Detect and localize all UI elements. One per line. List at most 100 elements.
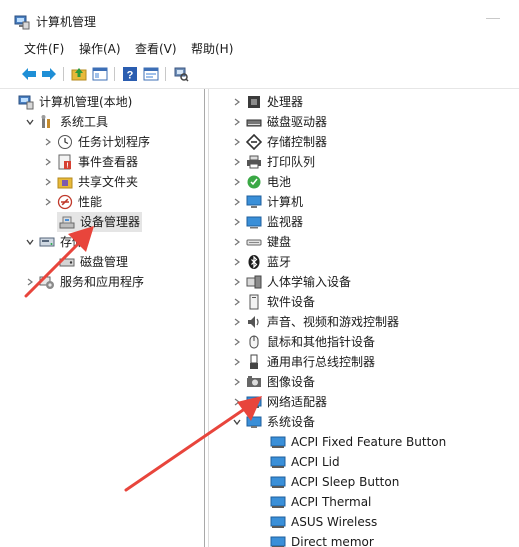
tree-task-scheduler[interactable]: 任务计划程序 <box>42 132 150 152</box>
system-device-item[interactable]: ACPI Sleep Button <box>267 472 399 492</box>
chevron-right-icon[interactable] <box>231 332 243 352</box>
menu-action[interactable]: 操作(A) <box>79 41 121 57</box>
scan-hardware-icon[interactable] <box>172 65 190 83</box>
tree-task-scheduler-label: 任务计划程序 <box>78 135 151 149</box>
device-list: 处理器 磁盘驱动器 存储控制器 打印队列 电池 计算机 监视器 键盘 蓝牙 人体… <box>209 89 519 547</box>
chevron-right-icon[interactable] <box>231 272 243 292</box>
device-category[interactable]: 通用串行总线控制器 <box>231 352 375 372</box>
chevron-right-icon[interactable] <box>231 212 243 232</box>
chevron-down-icon[interactable] <box>231 412 243 432</box>
system-device-label: ACPI Lid <box>291 455 340 469</box>
menu-file[interactable]: 文件(F) <box>24 41 64 57</box>
device-category-label: 软件设备 <box>267 295 316 309</box>
device-manager-icon <box>59 214 75 230</box>
device-category[interactable]: 计算机 <box>231 192 303 212</box>
minimize-button[interactable] <box>486 18 500 19</box>
device-category-system-devices[interactable]: 系统设备 <box>231 412 315 432</box>
system-device-item[interactable]: ASUS Wireless <box>267 512 377 532</box>
computer-management-icon <box>18 94 34 110</box>
chevron-right-icon[interactable] <box>231 132 243 152</box>
chevron-right-icon[interactable] <box>231 372 243 392</box>
chevron-right-icon[interactable] <box>42 192 54 212</box>
device-category[interactable]: 软件设备 <box>231 292 315 312</box>
device-category[interactable]: 声音、视频和游戏控制器 <box>231 312 399 332</box>
menu-bar: 文件(F) 操作(A) 查看(V) 帮助(H) <box>0 38 519 60</box>
device-category[interactable]: 存储控制器 <box>231 132 327 152</box>
system-device-icon <box>270 474 286 490</box>
processor-icon <box>246 94 262 110</box>
device-category[interactable]: 蓝牙 <box>231 252 291 272</box>
forward-arrow-icon[interactable] <box>40 65 58 83</box>
device-category-label: 图像设备 <box>267 375 316 389</box>
chevron-right-icon[interactable] <box>24 272 36 292</box>
system-device-item[interactable]: ACPI Thermal <box>267 492 371 512</box>
system-device-item[interactable]: Direct memor <box>267 532 374 547</box>
menu-view[interactable]: 查看(V) <box>135 41 177 57</box>
device-category[interactable]: 电池 <box>231 172 291 192</box>
tree-shared-folders[interactable]: 共享文件夹 <box>42 172 138 192</box>
speaker-icon <box>246 314 262 330</box>
human-interface-icon <box>246 274 262 290</box>
chevron-right-icon[interactable] <box>231 92 243 112</box>
device-category[interactable]: 处理器 <box>231 92 303 112</box>
storage-controller-icon <box>246 134 262 150</box>
back-arrow-icon[interactable] <box>20 65 38 83</box>
tree-performance-label: 性能 <box>78 195 103 209</box>
system-device-item[interactable]: ACPI Fixed Feature Button <box>267 432 446 452</box>
computer-icon <box>246 194 262 210</box>
chevron-right-icon[interactable] <box>231 312 243 332</box>
camera-icon <box>246 374 262 390</box>
device-category[interactable]: 鼠标和其他指针设备 <box>231 332 375 352</box>
services-icon <box>39 274 55 290</box>
tree-services-apps[interactable]: 服务和应用程序 <box>24 272 144 292</box>
tree-system-tools-label: 系统工具 <box>60 115 109 129</box>
chevron-right-icon[interactable] <box>231 192 243 212</box>
help-icon[interactable]: ? <box>121 65 139 83</box>
chevron-right-icon[interactable] <box>231 232 243 252</box>
network-adapter-icon <box>246 394 262 410</box>
toolbar: ? <box>0 62 519 86</box>
chevron-right-icon[interactable] <box>42 172 54 192</box>
tree-event-viewer[interactable]: ! 事件查看器 <box>42 152 138 172</box>
device-category[interactable]: 磁盘驱动器 <box>231 112 327 132</box>
menu-help[interactable]: 帮助(H) <box>191 41 233 57</box>
device-category[interactable]: 监视器 <box>231 212 303 232</box>
chevron-right-icon[interactable] <box>231 152 243 172</box>
tree-root[interactable]: 计算机管理(本地) <box>18 92 132 112</box>
device-category[interactable]: 打印队列 <box>231 152 315 172</box>
chevron-right-icon[interactable] <box>231 252 243 272</box>
chevron-right-icon[interactable] <box>231 112 243 132</box>
pane-splitter[interactable] <box>204 89 205 547</box>
properties-icon[interactable] <box>142 65 160 83</box>
device-category-network-adapters[interactable]: 网络适配器 <box>231 392 327 412</box>
tree-storage[interactable]: 存储 <box>24 232 84 252</box>
chevron-right-icon[interactable] <box>231 352 243 372</box>
show-hide-tree-icon[interactable] <box>91 65 109 83</box>
tree-performance[interactable]: 性能 <box>42 192 102 212</box>
device-category[interactable]: 图像设备 <box>231 372 315 392</box>
tree-device-manager[interactable]: 设备管理器 <box>57 212 143 232</box>
chevron-right-icon[interactable] <box>231 172 243 192</box>
chevron-down-icon[interactable] <box>24 232 36 252</box>
device-category[interactable]: 键盘 <box>231 232 291 252</box>
device-category[interactable]: 人体学输入设备 <box>231 272 351 292</box>
navigation-tree: 计算机管理(本地) 系统工具 任务计划程序 ! 事件查看器 共享文件夹 性能 设… <box>0 89 204 547</box>
software-device-icon <box>246 294 262 310</box>
svg-text:!: ! <box>66 163 68 170</box>
tree-system-tools[interactable]: 系统工具 <box>24 112 108 132</box>
system-device-label: ACPI Thermal <box>291 495 372 509</box>
tree-storage-label: 存储 <box>60 235 85 249</box>
keyboard-icon <box>246 234 262 250</box>
chevron-right-icon[interactable] <box>231 292 243 312</box>
chevron-right-icon[interactable] <box>231 392 243 412</box>
system-device-item[interactable]: ACPI Lid <box>267 452 340 472</box>
chevron-right-icon[interactable] <box>42 152 54 172</box>
disk-management-icon <box>59 254 75 270</box>
chevron-right-icon[interactable] <box>42 132 54 152</box>
device-category-label: 监视器 <box>267 215 304 229</box>
up-folder-icon[interactable] <box>70 65 88 83</box>
chevron-down-icon[interactable] <box>24 112 36 132</box>
tree-disk-management[interactable]: 磁盘管理 <box>57 252 128 272</box>
window-title: 计算机管理 <box>36 15 97 29</box>
device-category-label: 键盘 <box>267 235 292 249</box>
